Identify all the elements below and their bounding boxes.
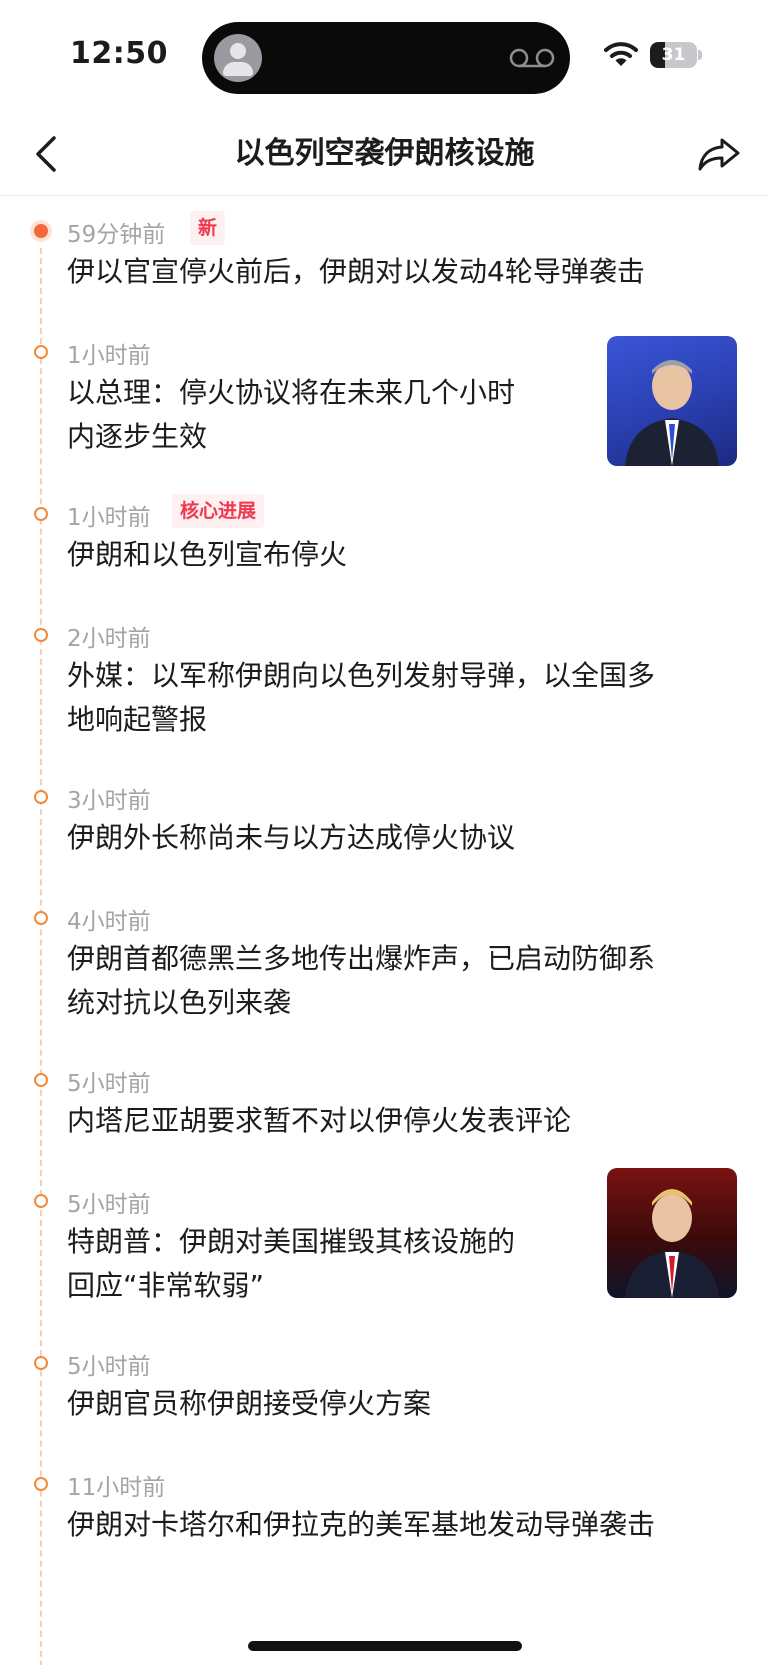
status-time: 12:50 [70, 36, 168, 71]
item-title-line[interactable]: 回应“非常软弱” [67, 1264, 264, 1308]
timeline-dot [34, 345, 48, 359]
item-title-line[interactable]: 伊朗对卡塔尔和伊拉克的美军基地发动导弹袭击 [67, 1503, 655, 1547]
item-title-line[interactable]: 特朗普：伊朗对美国摧毁其核设施的 [67, 1220, 515, 1264]
timeline-item[interactable]: 4小时前 伊朗首都德黑兰多地传出爆炸声，已启动防御系 统对抗以色列来袭 [0, 907, 769, 1028]
item-time: 5小时前 [67, 1354, 151, 1380]
timeline-dot [34, 1356, 48, 1370]
news-timeline-screen: 12:50 31 以色列空袭伊朗核设施 59分钟前 新 伊以官宣停火前后，伊朗对… [0, 0, 769, 1665]
share-icon[interactable] [695, 132, 743, 176]
status-badge: 新 [190, 211, 226, 245]
timeline-item[interactable]: 5小时前 特朗普：伊朗对美国摧毁其核设施的 回应“非常软弱” [0, 1168, 769, 1311]
timeline-item[interactable]: 1小时前 核心进展伊朗和以色列宣布停火 [0, 494, 769, 624]
home-indicator[interactable] [248, 1641, 522, 1651]
item-title-line[interactable]: 伊朗外长称尚未与以方达成停火协议 [67, 816, 515, 860]
battery-icon: 31 [650, 42, 702, 68]
timeline-dot [34, 1073, 48, 1087]
dynamic-island[interactable] [202, 22, 570, 94]
item-title-line[interactable]: 伊朗首都德黑兰多地传出爆炸声，已启动防御系 [67, 937, 655, 981]
timeline-item[interactable]: 5小时前 伊朗官员称伊朗接受停火方案 [0, 1352, 769, 1473]
item-time: 2小时前 [67, 626, 151, 652]
timeline-dot [34, 1194, 48, 1208]
item-title-line[interactable]: 地响起警报 [67, 698, 207, 742]
timeline-dot [34, 790, 48, 804]
item-time: 3小时前 [67, 788, 151, 814]
item-time: 4小时前 [67, 909, 151, 935]
item-title-line[interactable]: 统对抗以色列来袭 [67, 981, 291, 1025]
status-badge: 核心进展 [172, 494, 265, 528]
person-speaking-photo-thumbnail[interactable] [607, 336, 737, 466]
timeline-dot [34, 1477, 48, 1491]
timeline-item[interactable]: 1小时前 以总理：停火协议将在未来几个小时 内逐步生效 [0, 336, 769, 466]
item-time: 1小时前 [67, 505, 151, 531]
page-title: 以色列空袭伊朗核设施 [234, 136, 535, 171]
back-arrow-icon[interactable] [26, 132, 70, 176]
timeline-item[interactable]: 2小时前 外媒：以军称伊朗向以色列发射导弹，以全国多 地响起警报 [0, 624, 769, 745]
item-title-line[interactable]: 伊以官宣停火前后，伊朗对以发动4轮导弹袭击 [67, 250, 645, 294]
person-speaking-photo-thumbnail[interactable] [607, 1168, 737, 1298]
wifi-icon [604, 42, 638, 66]
item-title-line[interactable]: 内逐步生效 [67, 415, 207, 459]
voicemail-icon [509, 48, 555, 68]
item-title-line[interactable]: 以总理：停火协议将在未来几个小时 [67, 371, 515, 415]
item-time: 5小时前 [67, 1071, 151, 1097]
timeline-dot [34, 628, 48, 642]
timeline-item[interactable]: 11小时前 伊朗对卡塔尔和伊拉克的美军基地发动导弹袭击 [0, 1473, 769, 1594]
timeline-dot [34, 911, 48, 925]
item-title-line[interactable]: 伊朗官员称伊朗接受停火方案 [67, 1382, 431, 1426]
item-title-line[interactable]: 外媒：以军称伊朗向以色列发射导弹，以全国多 [67, 654, 655, 698]
item-time: 59分钟前 [67, 222, 166, 248]
status-bar: 12:50 31 [0, 0, 769, 112]
timeline-item[interactable]: 59分钟前新伊以官宣停火前后，伊朗对以发动4轮导弹袭击 [0, 211, 769, 341]
item-time: 5小时前 [67, 1192, 151, 1218]
item-title-line[interactable]: 内塔尼亚胡要求暂不对以伊停火发表评论 [67, 1099, 571, 1143]
item-time: 11小时前 [67, 1475, 166, 1501]
timeline-dot [34, 507, 48, 521]
navigation-bar: 以色列空袭伊朗核设施 [0, 112, 769, 196]
news-timeline: 59分钟前新伊以官宣停火前后，伊朗对以发动4轮导弹袭击 1小时前 以总理：停火协议将… [0, 196, 769, 1665]
timeline-item[interactable]: 3小时前 伊朗外长称尚未与以方达成停火协议 [0, 786, 769, 907]
item-title-line[interactable]: 伊朗和以色列宣布停火 [67, 533, 347, 577]
timeline-dot [34, 224, 48, 238]
item-time: 1小时前 [67, 343, 151, 369]
contact-avatar-icon [214, 34, 262, 82]
battery-level-text: 31 [661, 45, 686, 65]
